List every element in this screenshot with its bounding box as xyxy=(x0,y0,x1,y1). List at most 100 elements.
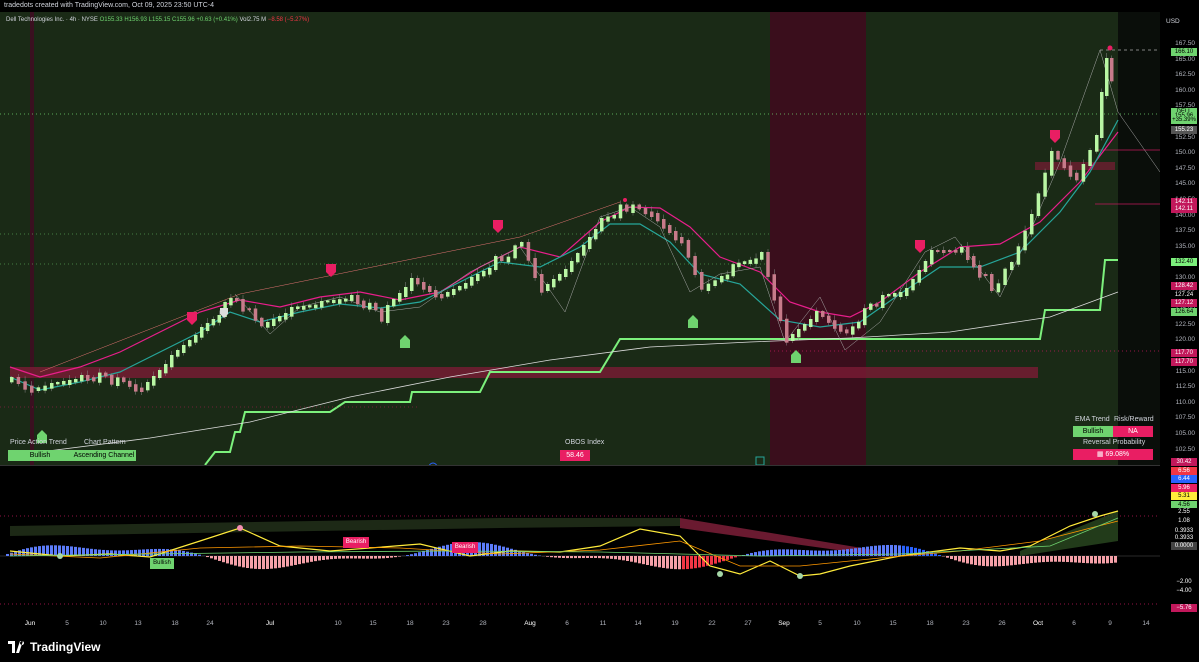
histogram-bar xyxy=(786,549,789,556)
histogram-bar xyxy=(358,556,361,559)
candle xyxy=(182,345,186,353)
candle xyxy=(62,381,66,385)
time-tick-label: Oct xyxy=(1032,620,1044,627)
histogram-bar xyxy=(1102,556,1105,564)
histogram-bar xyxy=(1050,556,1053,562)
supply-zone xyxy=(1035,162,1115,170)
time-tick-label: 24 xyxy=(206,620,214,627)
histogram-bar xyxy=(998,556,1001,567)
candle xyxy=(266,322,270,328)
histogram-bar xyxy=(966,556,969,564)
candle xyxy=(338,299,342,304)
time-tick-label: Aug xyxy=(524,620,536,627)
histogram-bar xyxy=(382,556,385,559)
histogram-bar xyxy=(1082,556,1085,563)
pivot-dot xyxy=(623,198,627,202)
candle xyxy=(570,261,574,272)
histogram-bar xyxy=(570,556,573,559)
time-tick-label: 28 xyxy=(479,620,487,627)
tradingview-logo[interactable]: TradingView xyxy=(8,640,100,654)
candle xyxy=(235,298,239,301)
histogram-bar xyxy=(242,556,245,568)
main-chart-pane[interactable]: Dell Technologies Inc. · 4h · NYSE O155.… xyxy=(0,12,1160,465)
histogram-bar xyxy=(970,556,973,565)
oscillator-pane[interactable]: Bullish Bearish Bearish xyxy=(0,466,1160,616)
price-tag: +35.39% xyxy=(1171,116,1197,124)
reversal-probability-value: 69.08% xyxy=(1105,451,1130,458)
histogram-bar xyxy=(726,556,729,560)
histogram-bar xyxy=(1022,556,1025,564)
time-tick-label: 10 xyxy=(853,620,861,627)
candle xyxy=(434,290,438,298)
candle xyxy=(260,317,264,327)
candle xyxy=(446,292,450,297)
candle xyxy=(506,256,511,263)
candle xyxy=(1062,158,1066,169)
price-action-title: Price Action Trend xyxy=(10,439,67,446)
candle xyxy=(284,313,288,320)
candle xyxy=(253,308,258,321)
price-tag: 128.42 xyxy=(1171,282,1197,290)
candle xyxy=(612,215,616,219)
candle xyxy=(833,320,837,329)
histogram-bar xyxy=(398,556,401,557)
time-axis[interactable]: Jun 5 10 13 18 24 Jul 10 15 18 23 28 Aug 6 11 14 19 22 27 S… xyxy=(0,616,1160,634)
candle xyxy=(552,279,556,288)
candle xyxy=(380,308,384,322)
histogram-bar xyxy=(1106,556,1109,564)
histogram-bar xyxy=(782,549,785,556)
histogram-bar xyxy=(790,549,793,556)
histogram-bar xyxy=(178,550,181,556)
time-tick-label: 13 xyxy=(134,620,142,627)
histogram-bar xyxy=(622,556,625,561)
time-tick-label: 5 xyxy=(818,620,822,627)
bearish-strip xyxy=(30,12,34,465)
candle xyxy=(917,270,921,283)
histogram-bar xyxy=(54,545,57,556)
histogram-bar xyxy=(330,556,333,560)
ema-trend-badge: Bullish xyxy=(1073,426,1113,437)
time-tick-label: 9 xyxy=(1108,620,1112,627)
histogram-bar xyxy=(698,556,701,568)
candle xyxy=(513,245,517,259)
candle xyxy=(98,372,102,383)
bearish-background-zone xyxy=(770,12,866,465)
candle xyxy=(893,293,897,297)
histogram-bar xyxy=(902,545,905,556)
histogram-bar xyxy=(138,549,141,556)
histogram-bar xyxy=(1026,556,1029,564)
candle xyxy=(43,385,47,391)
crossover-dot xyxy=(57,553,63,559)
histogram-bar xyxy=(306,556,309,563)
histogram-bar xyxy=(1110,556,1113,564)
candle xyxy=(693,256,697,275)
histogram-bar xyxy=(934,553,937,556)
candle xyxy=(526,242,531,261)
price-axis[interactable]: USD 167.50165.00162.50160.00157.50155.00… xyxy=(1160,12,1199,616)
histogram-bar xyxy=(714,556,717,564)
histogram-bar xyxy=(1058,556,1061,562)
price-tick-label: 167.50 xyxy=(1175,40,1195,47)
histogram-bar xyxy=(694,556,697,569)
histogram-bar xyxy=(74,546,77,556)
price-tick-label: 112.50 xyxy=(1175,383,1195,391)
time-tick-label: 10 xyxy=(99,620,107,627)
histogram-bar xyxy=(478,542,481,556)
histogram-bar xyxy=(586,556,589,558)
candle xyxy=(1105,58,1109,96)
candle xyxy=(815,311,819,322)
candle xyxy=(706,283,711,291)
crossover-dot xyxy=(237,525,243,531)
histogram-bar xyxy=(1042,556,1045,563)
time-tick-label: 14 xyxy=(1142,620,1150,627)
histogram-bar xyxy=(142,549,145,556)
candle xyxy=(1023,230,1027,251)
candle xyxy=(368,302,372,310)
candle xyxy=(1100,92,1104,138)
price-tag: 127.24 xyxy=(1171,291,1197,299)
histogram-bar xyxy=(346,556,349,559)
histogram-bar xyxy=(582,556,585,559)
candle xyxy=(314,304,318,309)
candle xyxy=(668,225,672,233)
histogram-bar xyxy=(630,556,633,562)
